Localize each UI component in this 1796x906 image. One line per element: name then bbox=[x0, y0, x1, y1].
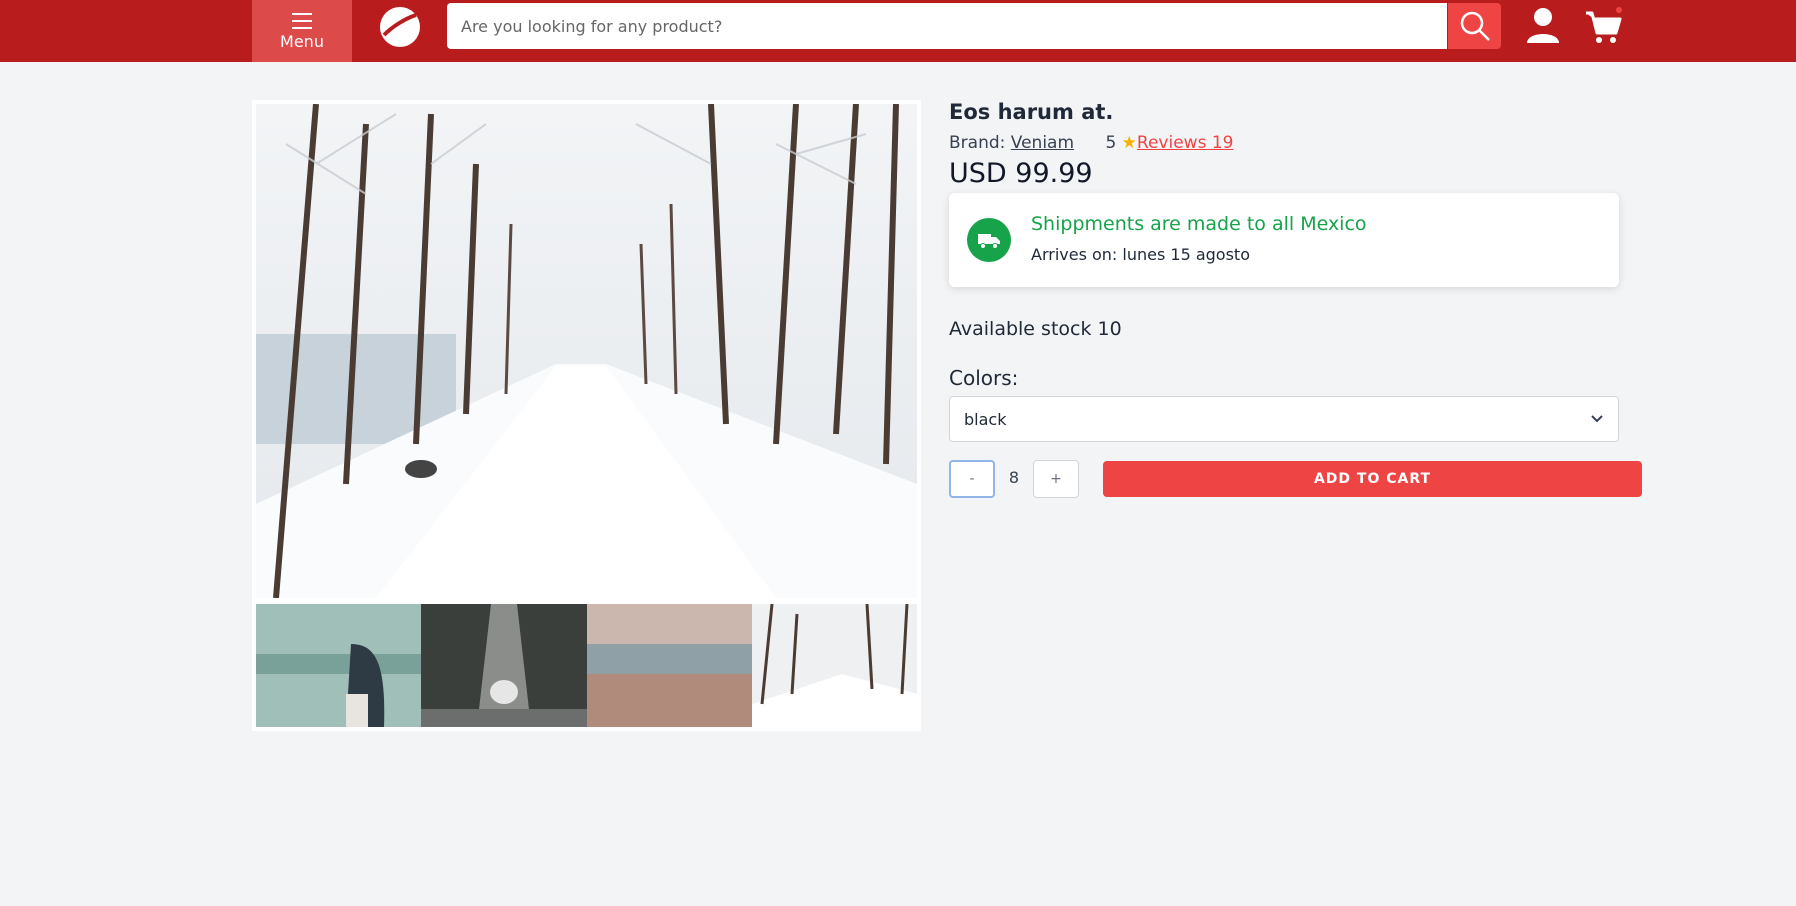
product-price: USD 99.99 bbox=[949, 158, 1093, 189]
color-select-value: black bbox=[964, 409, 1007, 429]
brand-link[interactable]: Veniam bbox=[1011, 133, 1074, 153]
thumbnail-2[interactable] bbox=[421, 604, 587, 727]
menu-button[interactable]: Menu bbox=[252, 0, 352, 62]
add-to-cart-button[interactable]: ADD TO CART bbox=[1103, 461, 1642, 497]
search-button[interactable] bbox=[1448, 3, 1501, 49]
rating-value: 5 bbox=[1105, 133, 1117, 153]
quantity-value: 8 bbox=[1008, 468, 1020, 487]
user-icon[interactable] bbox=[1524, 5, 1562, 45]
search-bar bbox=[447, 3, 1501, 49]
shipping-card: Shippments are made to all Mexico Arrive… bbox=[949, 193, 1619, 287]
brand-label: Brand: bbox=[949, 133, 1006, 153]
thumbnail-strip bbox=[256, 604, 917, 727]
quantity-increase-button[interactable]: + bbox=[1033, 460, 1079, 498]
truck-icon bbox=[967, 218, 1011, 262]
colors-label: Colors: bbox=[949, 366, 1019, 390]
product-gallery bbox=[252, 100, 921, 731]
search-input[interactable] bbox=[447, 3, 1447, 49]
available-stock: Available stock 10 bbox=[949, 318, 1122, 340]
star-icon: ★ bbox=[1121, 133, 1137, 153]
quantity-decrease-button[interactable]: - bbox=[949, 460, 995, 498]
shipping-title: Shippments are made to all Mexico bbox=[1031, 213, 1367, 235]
thumbnail-1[interactable] bbox=[256, 604, 422, 727]
reviews-link[interactable]: Reviews 19 bbox=[1137, 133, 1234, 153]
hamburger-icon bbox=[292, 12, 312, 29]
chevron-down-icon bbox=[1591, 415, 1603, 423]
cart-icon[interactable] bbox=[1582, 5, 1624, 47]
thumbnail-3[interactable] bbox=[586, 604, 752, 727]
brand-logo[interactable] bbox=[378, 5, 422, 49]
shipping-arrival: Arrives on: lunes 15 agosto bbox=[1031, 245, 1250, 264]
menu-label: Menu bbox=[280, 31, 324, 51]
product-title: Eos harum at. bbox=[949, 100, 1114, 124]
thumbnail-4[interactable] bbox=[751, 604, 917, 727]
main-product-image bbox=[256, 104, 917, 598]
top-navbar: Menu bbox=[0, 0, 1796, 62]
color-select[interactable]: black bbox=[949, 396, 1619, 442]
brand-rating-row: Brand: Veniam 5 ★Reviews 19 bbox=[949, 133, 1233, 153]
search-icon bbox=[1460, 11, 1490, 41]
